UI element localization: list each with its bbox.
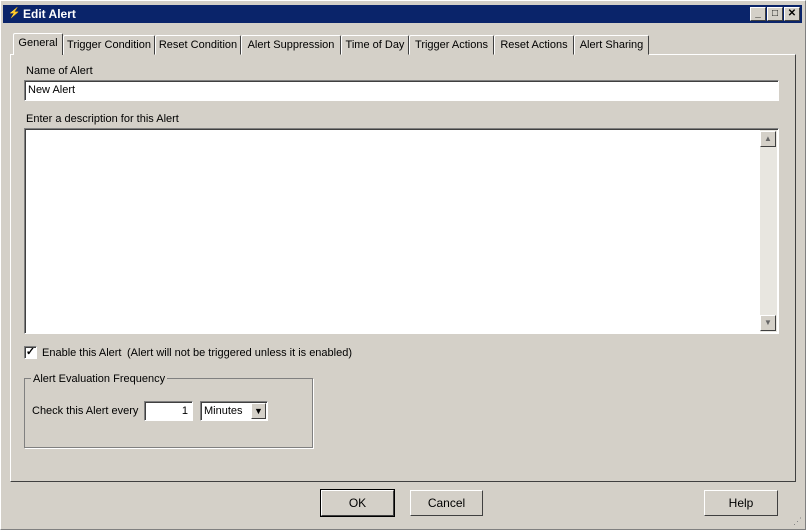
name-label: Name of Alert [26, 65, 93, 77]
scroll-up-icon[interactable]: ▲ [760, 131, 776, 147]
description-label: Enter a description for this Alert [26, 113, 179, 125]
window-title: Edit Alert [23, 7, 76, 21]
scroll-down-icon[interactable]: ▼ [760, 315, 776, 331]
maximize-button[interactable]: □ [767, 7, 783, 21]
check-unit-value: Minutes [204, 405, 243, 417]
tab-trigger-condition[interactable]: Trigger Condition [63, 35, 155, 55]
check-label: Check this Alert every [32, 405, 139, 417]
help-button[interactable]: Help [704, 490, 778, 516]
name-input[interactable]: New Alert [24, 80, 779, 101]
tab-trigger-actions[interactable]: Trigger Actions [409, 35, 494, 55]
enable-checkbox[interactable]: ✓ [24, 346, 37, 359]
check-interval-input[interactable]: 1 [144, 401, 193, 421]
tab-general[interactable]: General [13, 33, 63, 55]
chevron-down-icon[interactable]: ▼ [251, 403, 266, 419]
tab-alert-sharing[interactable]: Alert Sharing [574, 35, 649, 55]
title-bar: ⚡ Edit Alert _ □ ✕ [3, 5, 802, 23]
description-scrollbar[interactable]: ▲ ▼ [760, 130, 777, 332]
cancel-button[interactable]: Cancel [410, 490, 483, 516]
close-button[interactable]: ✕ [784, 7, 800, 21]
tab-time-of-day[interactable]: Time of Day [341, 35, 409, 55]
tab-reset-actions[interactable]: Reset Actions [494, 35, 574, 55]
ok-button[interactable]: OK [320, 489, 395, 517]
resize-grip-icon[interactable]: ⋰ [793, 516, 802, 527]
description-textarea[interactable]: ▲ ▼ [24, 128, 779, 334]
tab-alert-suppression[interactable]: Alert Suppression [241, 35, 341, 55]
enable-label[interactable]: Enable this Alert [42, 347, 122, 359]
frequency-group-label: Alert Evaluation Frequency [31, 373, 168, 385]
enable-note: (Alert will not be triggered unless it i… [127, 347, 353, 359]
tab-reset-condition[interactable]: Reset Condition [155, 35, 241, 55]
app-icon: ⚡ [8, 8, 21, 19]
active-tab-joiner [14, 54, 62, 56]
minimize-button[interactable]: _ [750, 7, 766, 21]
check-unit-select[interactable]: Minutes ▼ [200, 401, 268, 421]
